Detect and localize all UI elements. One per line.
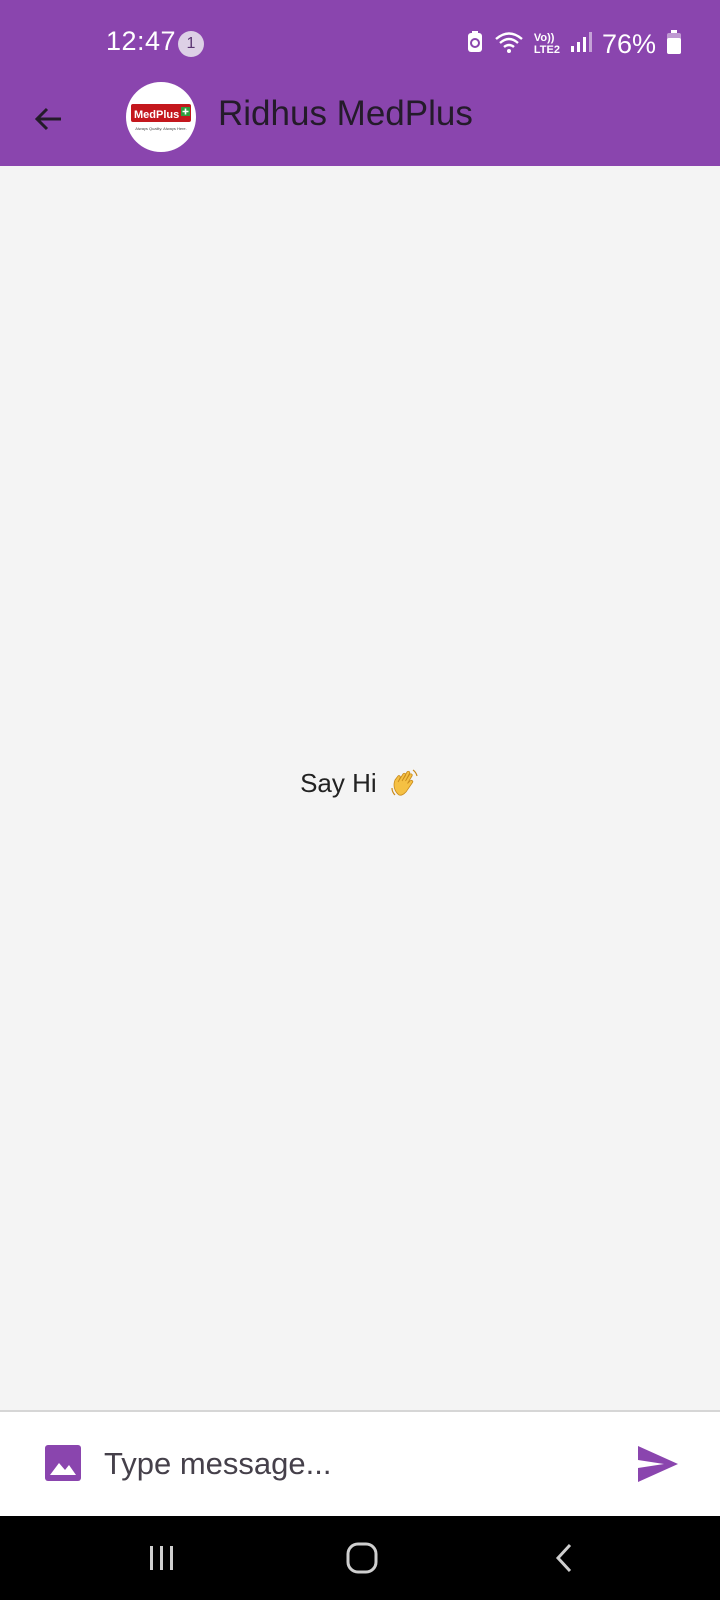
send-icon [638,1446,678,1482]
status-bar: 12:47 1 Vo)) LTE2 76% [0,0,720,84]
wifi-icon [494,30,524,59]
notification-count-badge: 1 [178,31,204,57]
battery-percent: 76% [601,28,656,59]
send-button[interactable] [634,1440,682,1488]
battery-icon [666,29,682,60]
contact-avatar[interactable]: MedPlus Always Quality. Always Here. [126,82,196,152]
image-icon [45,1445,81,1481]
recents-button[interactable] [132,1536,192,1580]
avatar-tagline: Always Quality. Always Here. [135,126,187,131]
network-type-label: LTE2 [533,44,560,56]
back-chevron-icon [555,1543,572,1573]
home-button[interactable] [332,1536,392,1580]
medplus-logo: MedPlus Always Quality. Always Here. [131,104,191,131]
chat-header: MedPlus Always Quality. Always Here. Rid… [0,82,720,166]
arrow-left-icon [34,107,61,131]
message-composer [0,1410,720,1516]
home-icon [346,1542,378,1574]
waving-hand-icon [390,768,420,805]
avatar-logo-text: MedPlus [134,109,179,121]
message-input[interactable] [104,1436,604,1492]
battery-saver-icon [466,30,484,59]
system-navigation-bar [0,1516,720,1600]
empty-hint-text: Say Hi [300,768,377,798]
signal-icon [570,31,592,58]
volte-indicator: Vo)) LTE2 [534,32,560,56]
empty-chat-hint: Say Hi [0,768,720,805]
status-time: 12:47 [106,26,177,56]
volte-label: Vo)) [533,32,555,44]
status-icons: Vo)) LTE2 76% [466,28,682,60]
nav-back-button[interactable] [534,1536,594,1580]
back-button[interactable] [26,96,72,142]
recents-icon [150,1546,173,1570]
chat-title: Ridhus MedPlus [218,94,473,133]
message-list[interactable]: Say Hi [0,166,720,1410]
attach-image-button[interactable] [42,1442,84,1484]
